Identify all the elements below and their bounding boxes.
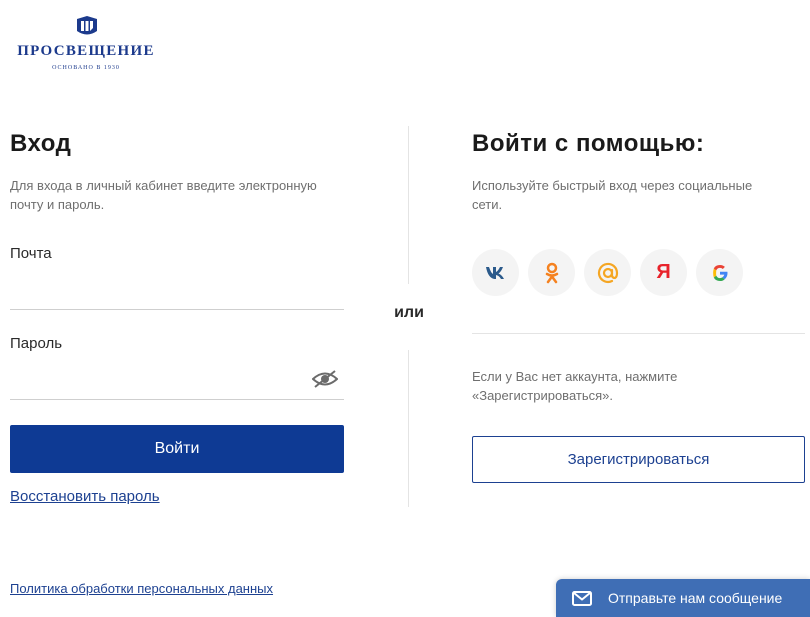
register-hint-line: Если у Вас нет аккаунта, нажмите bbox=[472, 369, 678, 384]
privacy-policy-link[interactable]: Политика обработки персональных данных bbox=[10, 581, 273, 596]
social-login-title: Войти с помощью: bbox=[472, 130, 705, 157]
social-login-description: Используйте быстрый вход через социальны… bbox=[472, 176, 752, 214]
register-hint: Если у Вас нет аккаунта, нажмите «Зареги… bbox=[472, 367, 677, 405]
chat-widget-label: Отправьте нам сообщение bbox=[608, 590, 783, 606]
register-button[interactable]: Зарегистрироваться bbox=[472, 436, 805, 483]
logo[interactable]: ПРОСВЕЩЕНИЕ ОСНОВАНО В 1930 bbox=[10, 14, 162, 74]
email-label: Почта bbox=[10, 245, 52, 262]
mail-ru-icon bbox=[597, 262, 618, 283]
odnoklassniki-icon bbox=[545, 262, 558, 283]
logo-tagline: ОСНОВАНО В 1930 bbox=[52, 65, 120, 71]
login-description: Для входа в личный кабинет введите элект… bbox=[10, 176, 317, 214]
envelope-icon bbox=[572, 591, 592, 606]
login-button[interactable]: Войти bbox=[10, 425, 344, 473]
vertical-divider-top bbox=[408, 126, 409, 284]
mail-ru-login-button[interactable] bbox=[584, 249, 631, 296]
login-title: Вход bbox=[10, 130, 72, 157]
social-description-line: Используйте быстрый вход через социальны… bbox=[472, 178, 753, 193]
horizontal-divider bbox=[472, 333, 805, 334]
or-separator: или bbox=[394, 304, 424, 321]
vk-icon bbox=[485, 266, 504, 279]
google-icon bbox=[712, 264, 727, 281]
hide-password-eye-icon[interactable] bbox=[312, 369, 338, 389]
vertical-divider-bottom bbox=[408, 350, 409, 507]
email-field[interactable] bbox=[10, 274, 344, 310]
chat-widget-button[interactable]: Отправьте нам сообщение bbox=[556, 579, 810, 617]
login-description-line: Для входа в личный кабинет введите элект… bbox=[10, 178, 317, 193]
restore-password-link[interactable]: Восстановить пароль bbox=[10, 488, 160, 505]
logo-emblem-icon bbox=[77, 16, 97, 35]
odnoklassniki-login-button[interactable] bbox=[528, 249, 575, 296]
register-hint-line: «Зарегистрироваться». bbox=[472, 388, 613, 403]
logo-name: ПРОСВЕЩЕНИЕ bbox=[17, 43, 155, 59]
vk-login-button[interactable] bbox=[472, 249, 519, 296]
yandex-icon: Я bbox=[656, 261, 671, 283]
social-description-line: сети. bbox=[472, 197, 503, 212]
login-description-line: почту и пароль. bbox=[10, 197, 105, 212]
google-login-button[interactable] bbox=[696, 249, 743, 296]
password-label: Пароль bbox=[10, 335, 63, 352]
yandex-login-button[interactable]: Я bbox=[640, 249, 687, 296]
password-field[interactable] bbox=[10, 364, 344, 400]
